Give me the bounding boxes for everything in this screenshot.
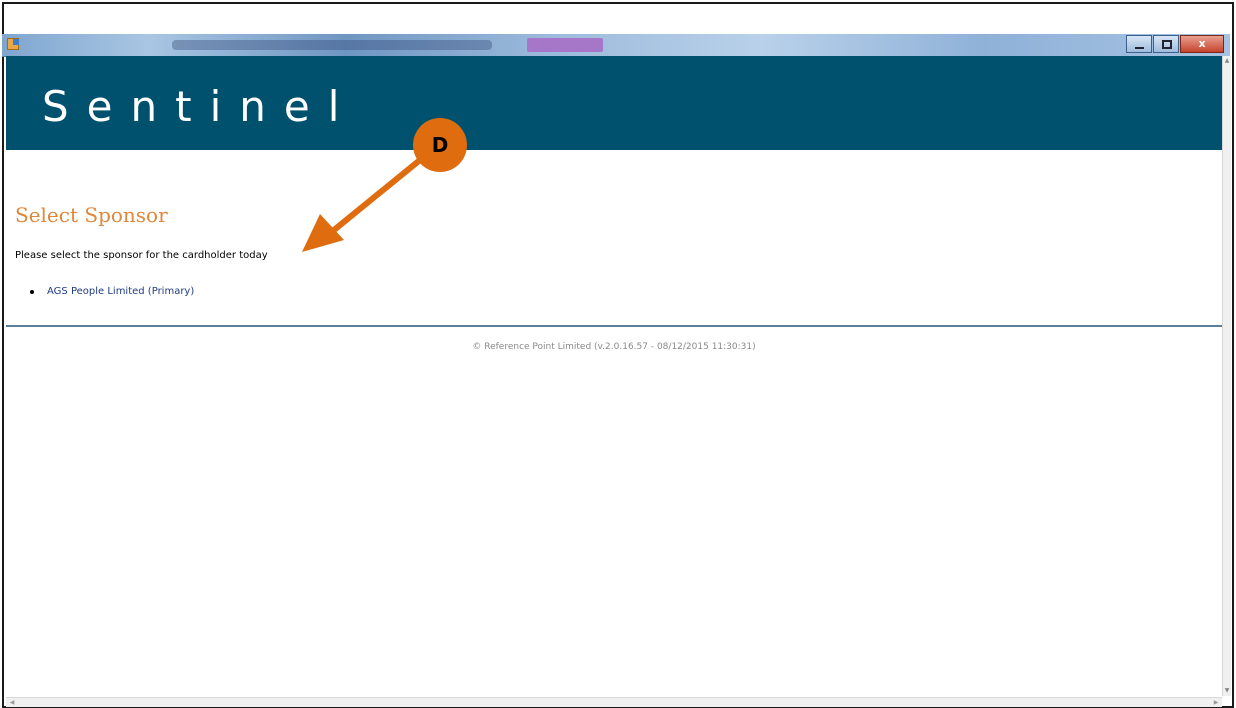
close-icon: x xyxy=(1198,37,1206,50)
footer-divider xyxy=(6,325,1222,327)
vertical-scrollbar[interactable]: ▲ ▼ xyxy=(1222,56,1231,696)
minimize-button[interactable] xyxy=(1126,35,1152,53)
footer-text: © Reference Point Limited (v.2.0.16.57 -… xyxy=(472,342,756,352)
taskbar-tag-redacted xyxy=(527,38,603,52)
horizontal-scrollbar[interactable]: ◀ ▶ xyxy=(6,697,1222,707)
bullet-icon xyxy=(30,289,34,294)
scroll-up-icon[interactable]: ▲ xyxy=(1224,58,1230,64)
scroll-down-icon[interactable]: ▼ xyxy=(1224,688,1230,694)
annotation-badge: D xyxy=(413,118,467,172)
close-button[interactable]: x xyxy=(1180,35,1224,53)
brand-logo-text: Sentinel xyxy=(42,82,358,131)
window-titlebar[interactable]: x xyxy=(2,34,1230,57)
scroll-right-icon[interactable]: ▶ xyxy=(1212,699,1220,706)
window-title-redacted xyxy=(172,40,492,50)
maximize-icon xyxy=(1162,40,1172,49)
sponsor-link[interactable]: AGS People Limited (Primary) xyxy=(47,286,194,297)
maximize-button[interactable] xyxy=(1153,35,1179,53)
header-banner: Sentinel xyxy=(6,56,1222,150)
list-item: AGS People Limited (Primary) xyxy=(30,286,194,297)
sponsor-list: AGS People Limited (Primary) xyxy=(30,286,194,297)
window-controls: x xyxy=(1126,35,1224,53)
instruction-text: Please select the sponsor for the cardho… xyxy=(15,250,268,261)
minimize-icon xyxy=(1135,47,1144,49)
page-title: Select Sponsor xyxy=(15,203,168,227)
app-icon xyxy=(7,38,19,50)
scroll-left-icon[interactable]: ◀ xyxy=(8,699,16,706)
